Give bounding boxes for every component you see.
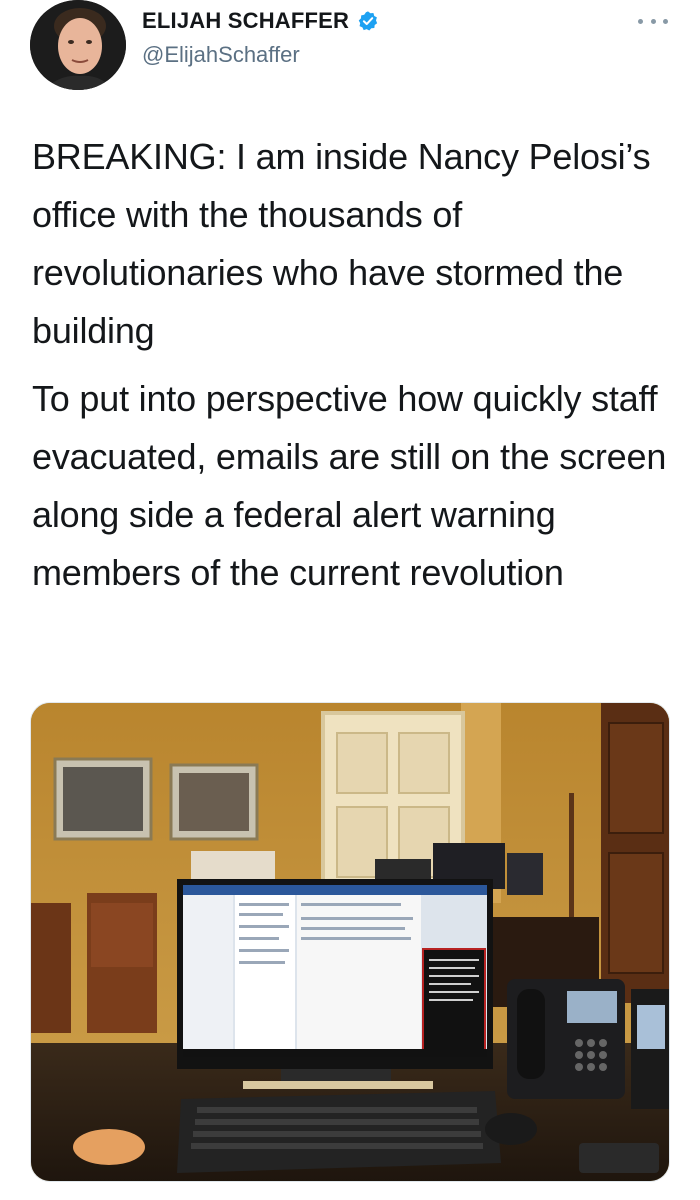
author-handle[interactable]: @ElijahSchaffer xyxy=(142,42,300,68)
more-dot xyxy=(663,18,668,24)
avatar[interactable] xyxy=(30,0,126,90)
verified-badge-icon xyxy=(358,11,378,31)
more-dot xyxy=(650,18,656,24)
tweet-text: BREAKING: I am inside Nancy Pelosi’s off… xyxy=(32,128,672,612)
more-dot xyxy=(638,18,643,24)
mouse xyxy=(485,1113,537,1145)
more-horizontal-icon[interactable] xyxy=(638,14,668,28)
name-row: ELIJAH SCHAFFER xyxy=(142,8,379,34)
tweet-photo[interactable] xyxy=(30,702,670,1182)
coaster xyxy=(73,1129,145,1165)
tweet-paragraph: To put into perspective how quickly staf… xyxy=(32,378,667,593)
profile-photo-icon xyxy=(30,0,126,90)
office-photo xyxy=(31,703,669,1181)
tweet-page: ELIJAH SCHAFFER @ElijahSchaffer BREAKING… xyxy=(0,0,700,1200)
tweet-header: ELIJAH SCHAFFER @ElijahSchaffer xyxy=(0,0,700,100)
tweet-paragraph: BREAKING: I am inside Nancy Pelosi’s off… xyxy=(32,136,651,351)
display-name[interactable]: ELIJAH SCHAFFER xyxy=(142,8,349,34)
